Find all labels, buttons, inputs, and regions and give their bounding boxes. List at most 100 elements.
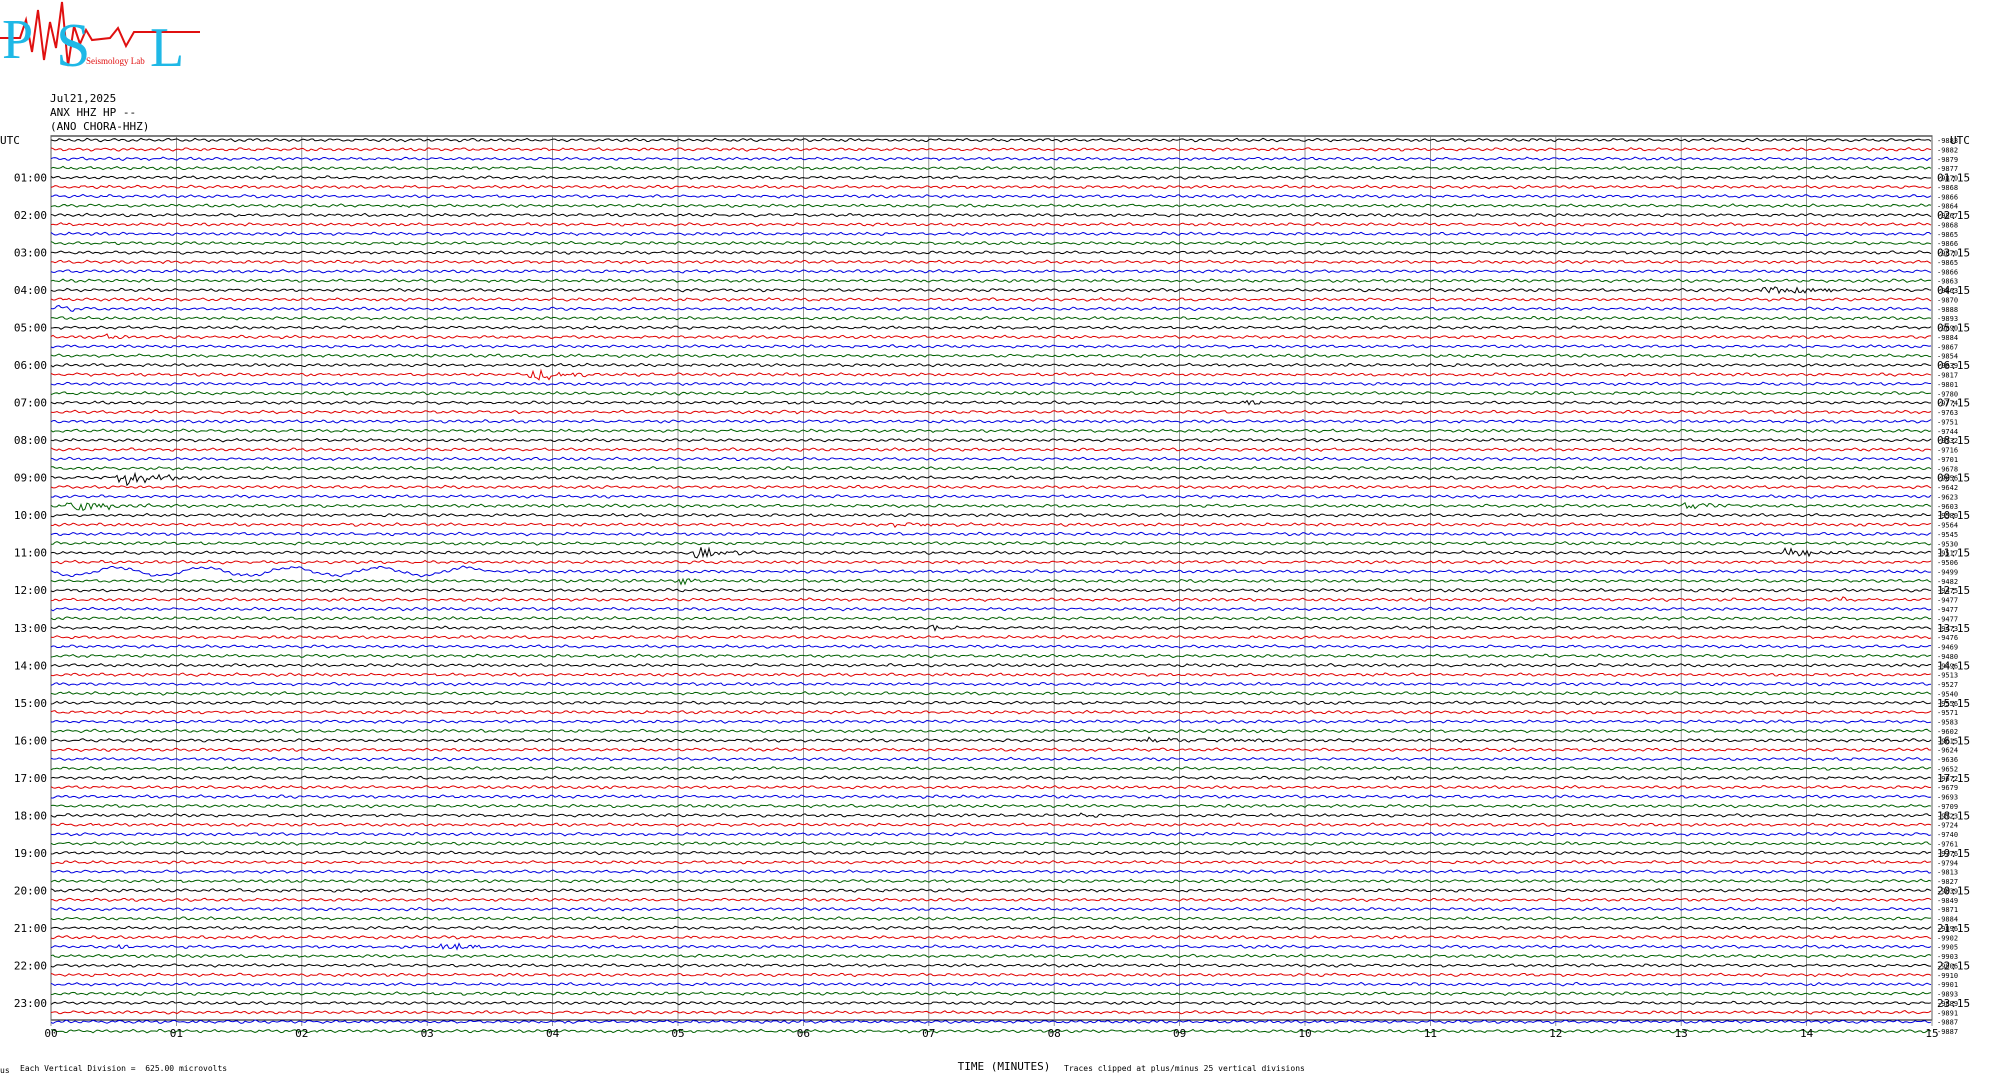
trace-row (50, 494, 1932, 499)
row-value-label: -9476 (1937, 634, 1958, 642)
trace-row (50, 1010, 1932, 1015)
trace-row (50, 822, 1932, 828)
trace-row (50, 841, 1932, 846)
row-value-label: -9871 (1937, 906, 1958, 914)
row-value-label: -9865 (1937, 231, 1958, 239)
trace-row (50, 1028, 1932, 1034)
row-value-label: -9469 (1937, 644, 1958, 652)
trace-row (50, 775, 1932, 781)
trace-row (50, 981, 1932, 987)
row-value-label: -9794 (1937, 859, 1958, 867)
trace-row (50, 304, 1932, 312)
trace-row (50, 728, 1932, 734)
right-time-label: 19:15 (1937, 847, 1970, 860)
right-time-label: 08:15 (1937, 434, 1970, 447)
trace-row (50, 794, 1932, 799)
trace-row (50, 546, 1932, 559)
left-time-label: 21:00 (14, 922, 47, 935)
trace-row (50, 766, 1932, 771)
trace-row (50, 784, 1932, 790)
row-value-label: -9527 (1937, 681, 1958, 689)
row-value-label: -9867 (1937, 343, 1958, 351)
row-value-label: -9701 (1937, 456, 1958, 464)
x-tick-label: 02 (295, 1027, 308, 1040)
row-value-label: -9866 (1937, 193, 1958, 201)
row-value-label: -9724 (1937, 822, 1958, 830)
trace-row (50, 869, 1932, 875)
trace-row (50, 850, 1932, 856)
row-value-label: -9751 (1937, 418, 1958, 426)
row-value-label: -9571 (1937, 709, 1958, 717)
trace-row (50, 419, 1932, 424)
row-value-label: -9868 (1937, 221, 1958, 229)
footer-clip-note: Traces clipped at plus/minus 25 vertical… (1064, 1064, 1305, 1073)
footer-division-note: Each Vertical Division = 625.00 microvol… (20, 1064, 228, 1073)
trace-row (50, 222, 1932, 227)
trace-row (50, 991, 1932, 997)
trace-row (50, 672, 1932, 677)
left-utc-label: UTC (0, 134, 20, 147)
left-time-label: 10:00 (14, 509, 47, 522)
x-tick-label: 13 (1675, 1027, 1688, 1040)
trace-row (50, 942, 1932, 951)
row-value-label: -9477 (1937, 606, 1958, 614)
trace-row (50, 259, 1932, 265)
trace-row (50, 1000, 1932, 1006)
row-value-label: -9887 (1937, 1028, 1958, 1036)
right-time-label: 23:15 (1937, 997, 1970, 1010)
right-time-label: 01:15 (1937, 172, 1970, 185)
trace-row (50, 368, 1932, 381)
right-time-label: 13:15 (1937, 622, 1970, 635)
trace-row (50, 906, 1932, 912)
trace-row (50, 691, 1932, 696)
left-time-label: 07:00 (14, 397, 47, 410)
trace-row (50, 269, 1932, 274)
trace-row (50, 286, 1932, 295)
trace-row (50, 437, 1932, 443)
row-value-label: -9849 (1937, 897, 1958, 905)
row-value-label: -9624 (1937, 747, 1958, 755)
left-time-label: 02:00 (14, 209, 47, 222)
trace-row (50, 662, 1932, 668)
trace-row (50, 465, 1932, 471)
left-time-label: 14:00 (14, 659, 47, 672)
trace-row (50, 587, 1932, 593)
trace-row (50, 184, 1932, 190)
trace-row (50, 736, 1932, 743)
right-time-label: 07:15 (1937, 397, 1970, 410)
right-time-label: 20:15 (1937, 884, 1970, 897)
trace-row (50, 624, 1932, 632)
trace-row (50, 719, 1932, 724)
row-value-label: -9910 (1937, 972, 1958, 980)
x-axis-label: TIME (MINUTES) (958, 1060, 1051, 1073)
trace-row (50, 175, 1932, 180)
left-time-label: 03:00 (14, 247, 47, 260)
trace-row (50, 709, 1932, 715)
left-time-label: 23:00 (14, 997, 47, 1010)
trace-row (50, 297, 1932, 302)
trace-row (50, 700, 1932, 706)
trace-row (50, 878, 1932, 884)
row-value-label: -9716 (1937, 447, 1958, 455)
x-tick-label: 09 (1173, 1027, 1186, 1040)
x-tick-label: 03 (421, 1027, 434, 1040)
right-time-label: 21:15 (1937, 922, 1970, 935)
trace-row (50, 681, 1932, 687)
trace-row (50, 540, 1932, 546)
trace-row (50, 963, 1932, 968)
x-tick-label: 00 (44, 1027, 57, 1040)
trace-row (50, 390, 1932, 396)
left-time-label: 19:00 (14, 847, 47, 860)
trace-row (50, 522, 1932, 528)
x-tick-label: 04 (546, 1027, 560, 1040)
trace-row (50, 315, 1932, 321)
right-time-label: 05:15 (1937, 322, 1970, 335)
left-time-label: 09:00 (14, 472, 47, 485)
trace-row (50, 231, 1932, 237)
trace-row (50, 644, 1932, 649)
trace-row (50, 953, 1932, 959)
row-value-label: -9740 (1937, 831, 1958, 839)
row-value-label: -9891 (1937, 1009, 1958, 1017)
right-time-label: 03:15 (1937, 247, 1970, 260)
trace-row (50, 147, 1932, 152)
